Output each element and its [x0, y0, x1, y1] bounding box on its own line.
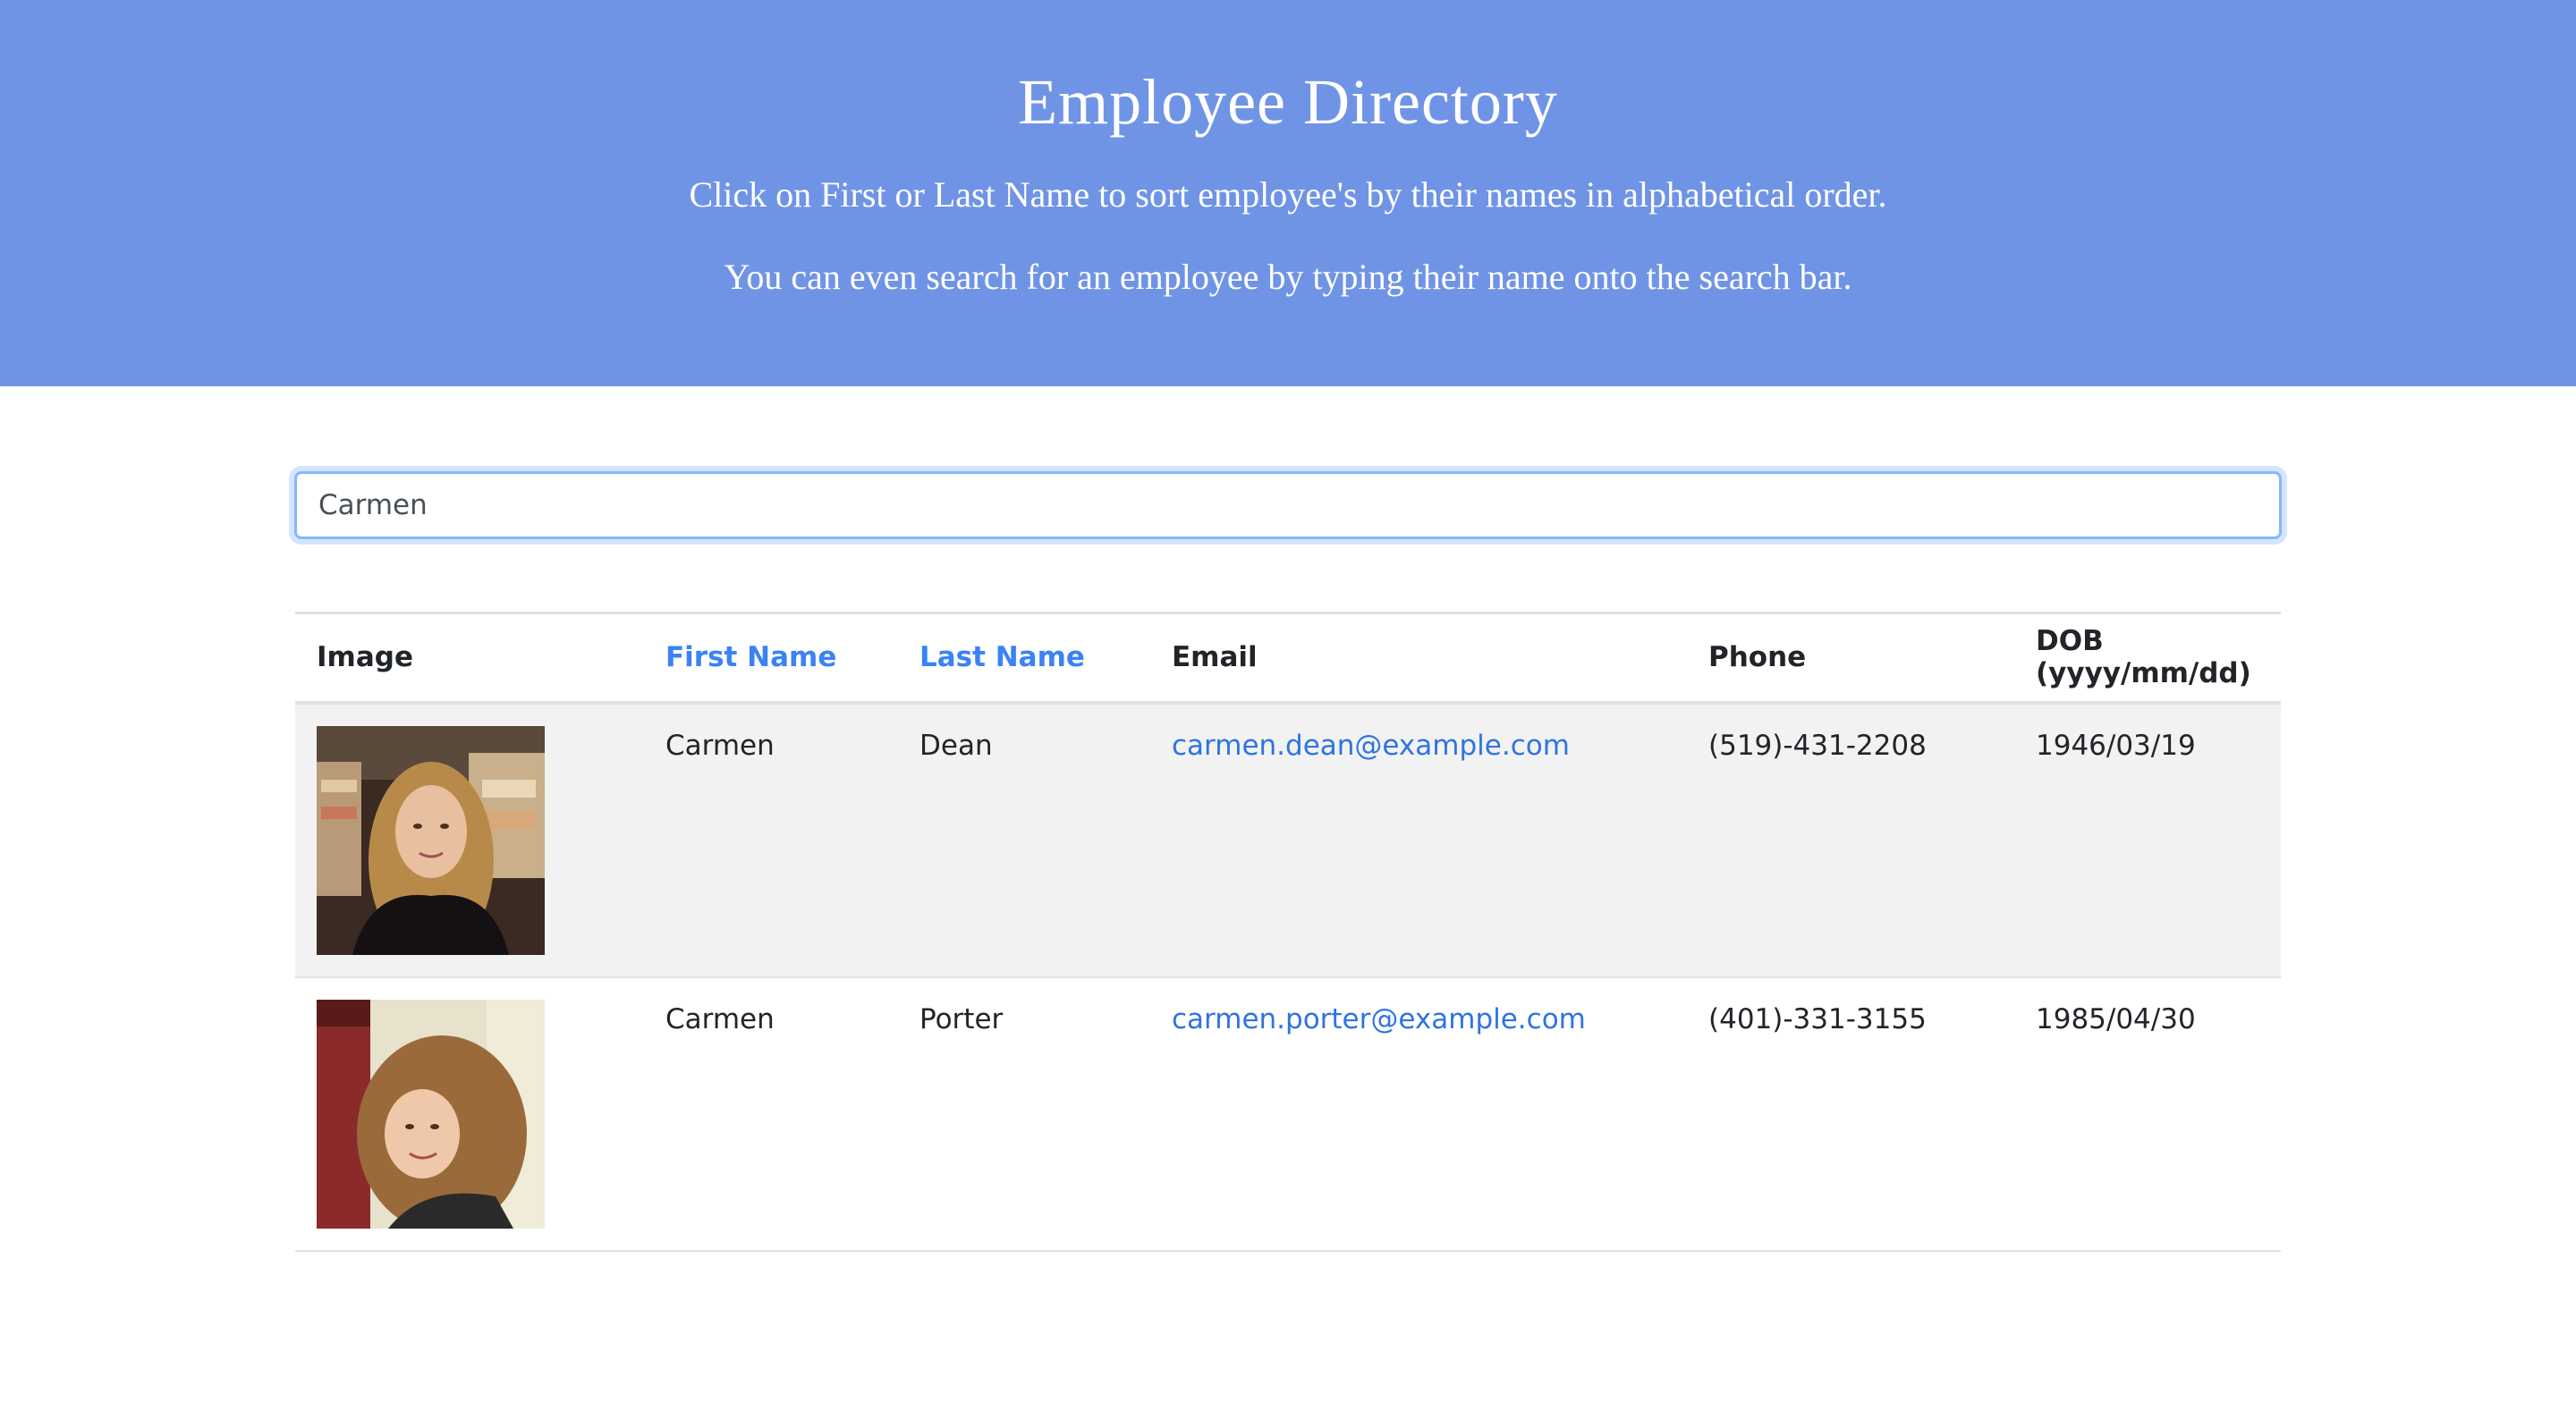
- column-header-phone: Phone: [1708, 641, 1807, 674]
- sort-instructions: Click on First or Last Name to sort empl…: [689, 174, 1887, 215]
- search-instructions: You can even search for an employee by t…: [724, 257, 1852, 297]
- column-header-email: Email: [1172, 641, 1258, 674]
- page-title: Employee Directory: [1018, 66, 1558, 138]
- page-header: Employee Directory Click on First or Las…: [0, 0, 2576, 386]
- employee-table: Image First Name Last Name Email Phone D…: [295, 612, 2281, 1252]
- first-name-cell: Carmen: [665, 729, 775, 762]
- table-header-row: Image First Name Last Name Email Phone D…: [295, 613, 2281, 703]
- phone-cell: (401)-331-3155: [1708, 1002, 1927, 1035]
- table-row: Carmen Porter carmen.porter@example.com …: [295, 977, 2281, 1251]
- table-header: Image First Name Last Name Email Phone D…: [295, 613, 2281, 703]
- phone-cell: (519)-431-2208: [1708, 729, 1927, 762]
- dob-cell: 1985/04/30: [2036, 1002, 2196, 1035]
- table-body: Carmen Dean carmen.dean@example.com (519…: [295, 702, 2281, 1251]
- image-cell: [295, 977, 644, 1251]
- table-row: Carmen Dean carmen.dean@example.com (519…: [295, 702, 2281, 977]
- sort-by-last-name[interactable]: Last Name: [898, 613, 1150, 703]
- first-name-cell: Carmen: [665, 1002, 775, 1035]
- sort-by-first-name[interactable]: First Name: [644, 613, 898, 703]
- last-name-cell: Dean: [919, 729, 993, 762]
- email-cell: carmen.dean@example.com: [1150, 703, 1687, 977]
- dob-cell: 1946/03/19: [2036, 729, 2196, 762]
- employee-table-container: Image First Name Last Name Email Phone D…: [295, 612, 2281, 1252]
- image-cell: [295, 703, 644, 977]
- employee-photo: [317, 725, 545, 955]
- email-cell: carmen.porter@example.com: [1150, 977, 1687, 1251]
- search-input[interactable]: [294, 471, 2282, 539]
- column-header-image: Image: [317, 641, 413, 674]
- email-link[interactable]: carmen.porter@example.com: [1172, 1003, 1586, 1035]
- last-name-cell: Porter: [919, 1002, 1004, 1035]
- email-link[interactable]: carmen.dean@example.com: [1172, 730, 1570, 762]
- column-header-dob: DOB (yyyy/mm/dd): [2036, 625, 2251, 690]
- employee-photo: [317, 999, 545, 1229]
